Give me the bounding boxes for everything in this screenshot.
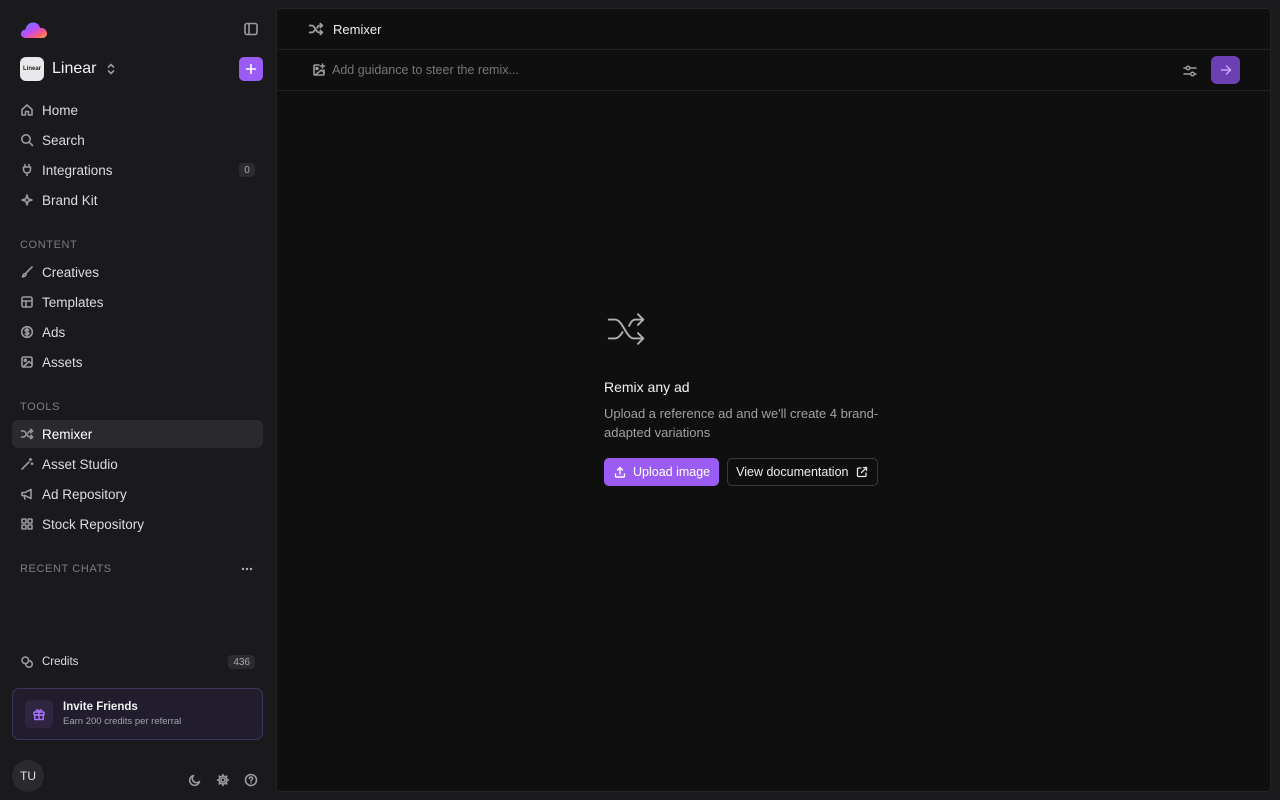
wand-icon — [20, 457, 34, 471]
tools-section-label: TOOLS — [20, 401, 61, 413]
main-panel: Remixer Remix any ad Upload a reference … — [276, 8, 1271, 792]
empty-state-description: Upload a reference ad and we'll create 4… — [604, 406, 879, 440]
nav-ads-label: Ads — [42, 324, 66, 340]
recent-chats-label: RECENT CHATS — [20, 563, 112, 575]
empty-state-actions: Upload image View documentation — [604, 458, 934, 486]
credits-label: Credits — [42, 656, 79, 668]
nav-integrations[interactable]: Integrations 0 — [12, 156, 263, 184]
nav-assets[interactable]: Assets — [12, 348, 263, 376]
gift-icon — [25, 700, 53, 728]
nav-brand-kit[interactable]: Brand Kit — [12, 186, 263, 214]
search-icon — [20, 133, 34, 147]
empty-state-title: Remix any ad — [604, 379, 690, 395]
sliders-icon[interactable] — [1182, 63, 1198, 79]
sparkle-icon — [20, 193, 34, 207]
cloud-logo-icon[interactable] — [19, 17, 49, 41]
view-documentation-button[interactable]: View documentation — [727, 458, 879, 486]
nav-assets-label: Assets — [42, 354, 83, 370]
invite-title: Invite Friends — [63, 701, 138, 713]
nav-home[interactable]: Home — [12, 96, 263, 124]
empty-state: Remix any ad Upload a reference ad and w… — [604, 307, 934, 486]
nav-search[interactable]: Search — [12, 126, 263, 154]
plus-icon — [245, 63, 257, 75]
help-icon[interactable] — [244, 773, 258, 787]
shuffle-icon — [604, 307, 648, 351]
ellipsis-icon[interactable] — [240, 563, 254, 575]
invite-subtitle: Earn 200 credits per referral — [63, 716, 182, 727]
new-button[interactable] — [239, 57, 263, 81]
nav-asset-studio[interactable]: Asset Studio — [12, 450, 263, 478]
nav-brand-kit-label: Brand Kit — [42, 192, 98, 208]
upload-image-label: Upload image — [633, 465, 711, 479]
send-button[interactable] — [1211, 56, 1240, 84]
template-icon — [20, 295, 34, 309]
credits-item[interactable]: Credits 436 — [12, 648, 263, 676]
user-avatar[interactable]: TU — [12, 760, 44, 792]
home-icon — [20, 103, 34, 117]
gear-icon[interactable] — [216, 773, 230, 787]
grid-icon — [20, 517, 34, 531]
page-header: Remixer — [277, 9, 1270, 50]
sidebar-toggle-icon[interactable] — [243, 21, 259, 37]
page-title: Remixer — [333, 21, 382, 37]
moon-icon[interactable] — [188, 773, 202, 787]
guidance-input[interactable] — [332, 61, 1032, 79]
shuffle-icon — [308, 21, 324, 37]
nav-home-label: Home — [42, 102, 79, 118]
chevron-updown-icon — [106, 62, 116, 76]
nav-creatives-label: Creatives — [42, 264, 100, 280]
nav-ad-repository[interactable]: Ad Repository — [12, 480, 263, 508]
upload-image-button[interactable]: Upload image — [604, 458, 720, 486]
nav-ad-repository-label: Ad Repository — [42, 486, 127, 502]
workspace-name: Linear — [52, 60, 97, 77]
credits-count-badge: 436 — [228, 655, 255, 669]
nav-integrations-label: Integrations — [42, 162, 113, 178]
guidance-bar — [277, 50, 1270, 91]
shuffle-icon — [20, 427, 34, 441]
nav-stock-repository[interactable]: Stock Repository — [12, 510, 263, 538]
content-section-label: CONTENT — [20, 239, 78, 251]
nav-stock-repository-label: Stock Repository — [42, 516, 145, 532]
view-documentation-label: View documentation — [736, 465, 849, 479]
plug-icon — [20, 163, 34, 177]
nav-remixer-label: Remixer — [42, 426, 93, 442]
nav-creatives[interactable]: Creatives — [12, 258, 263, 286]
nav-search-label: Search — [42, 132, 85, 148]
credits-icon — [20, 655, 34, 669]
arrow-right-icon — [1220, 65, 1231, 75]
upload-icon — [613, 465, 627, 479]
image-icon — [20, 355, 34, 369]
nav-asset-studio-label: Asset Studio — [42, 456, 118, 472]
sidebar: Linear Linear Home Search Integrations 0… — [0, 0, 276, 800]
workspace-avatar: Linear — [20, 57, 44, 81]
nav-remixer[interactable]: Remixer — [12, 420, 263, 448]
image-plus-icon[interactable] — [312, 63, 326, 77]
megaphone-icon — [20, 487, 34, 501]
integrations-count-badge: 0 — [239, 163, 255, 177]
brush-icon — [20, 265, 34, 279]
external-link-icon — [855, 465, 869, 479]
invite-friends-card[interactable]: Invite Friends Earn 200 credits per refe… — [12, 688, 263, 740]
nav-ads[interactable]: Ads — [12, 318, 263, 346]
nav-templates[interactable]: Templates — [12, 288, 263, 316]
workspace-switcher[interactable]: Linear Linear — [20, 56, 116, 82]
dollar-icon — [20, 325, 34, 339]
nav-templates-label: Templates — [42, 294, 104, 310]
